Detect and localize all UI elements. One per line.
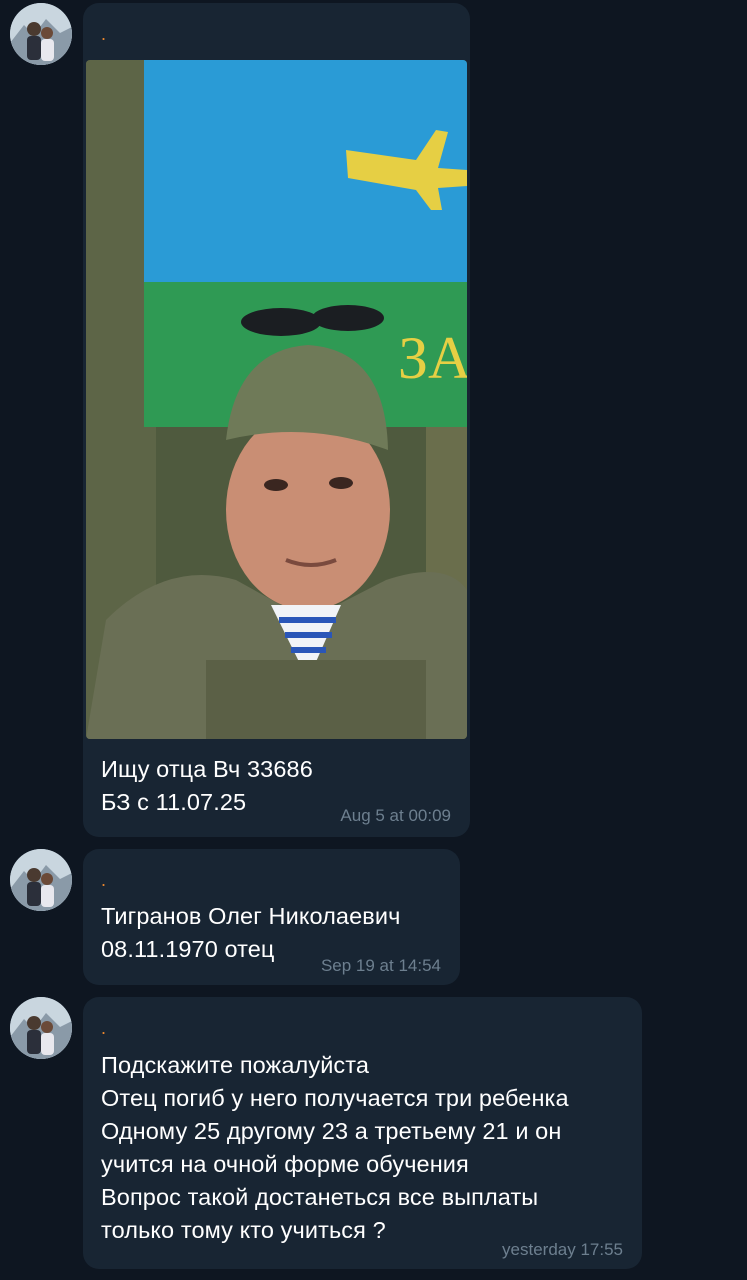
message-timestamp: yesterday 17:55: [502, 1240, 623, 1259]
sender-name[interactable]: .: [101, 25, 107, 43]
message-timestamp: Aug 5 at 00:09: [340, 806, 451, 825]
message-text: Ищу отца Вч 33686 БЗ с 11.07.25: [101, 756, 313, 815]
sender-name[interactable]: .: [101, 1019, 107, 1037]
sender-avatar[interactable]: [10, 849, 72, 911]
flag-text: ЗА: [398, 325, 467, 391]
sender-avatar[interactable]: [10, 3, 72, 65]
message-text: Подскажите пожалуйста Отец погиб у него …: [101, 1052, 569, 1243]
message-bubble[interactable]: . Подскажите пожалуйста Отец погиб у нег…: [83, 997, 642, 1269]
sender-name[interactable]: .: [101, 871, 107, 889]
message-bubble[interactable]: . ЗА Ищу отца Вч 33686 БЗ с 11.07.25 Aug…: [83, 3, 470, 837]
message-timestamp: Sep 19 at 14:54: [320, 956, 441, 975]
message-bubble[interactable]: . Тигранов Олег Николаевич 08.11.1970 от…: [83, 849, 460, 985]
sender-avatar[interactable]: [10, 997, 72, 1059]
message-photo[interactable]: ЗА: [86, 60, 467, 739]
